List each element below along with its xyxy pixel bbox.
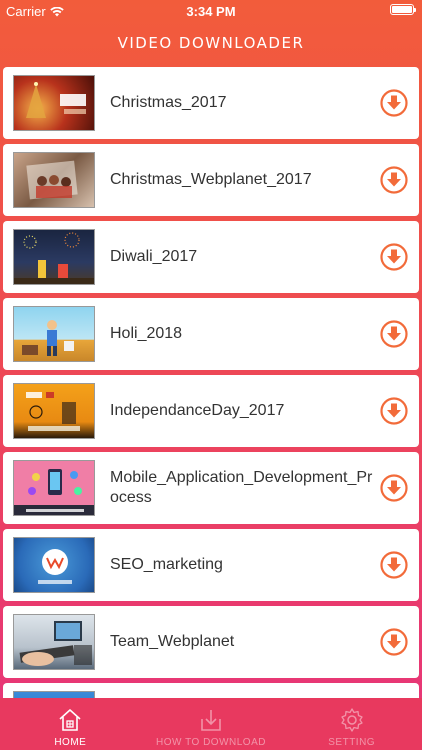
video-thumbnail [13, 152, 95, 208]
download-icon[interactable] [379, 319, 409, 349]
video-title: SEO_marketing [110, 556, 223, 573]
tab-home[interactable]: HOME [0, 698, 141, 750]
home-icon [59, 709, 81, 731]
video-title: Diwali_2017 [110, 248, 198, 265]
tab-setting-label: SETTING [328, 737, 376, 748]
video-thumbnail [13, 614, 95, 670]
video-row[interactable]: Holi_2018 [3, 298, 419, 370]
video-thumbnail [13, 229, 95, 285]
tab-bar: HOME HOW TO DOWNLOAD SETTING [0, 698, 422, 750]
video-row[interactable]: Mobile_Application_Development_Process [3, 452, 419, 524]
video-title: Christmas_2017 [110, 94, 227, 111]
video-thumbnail [13, 75, 95, 131]
video-title: Christmas_Webplanet_2017 [110, 171, 312, 188]
video-row[interactable]: SEO_marketing [3, 529, 419, 601]
video-row-partial[interactable] [3, 683, 419, 698]
video-thumbnail [13, 306, 95, 362]
tab-home-label: HOME [54, 737, 87, 748]
video-thumbnail [13, 383, 95, 439]
video-title: Team_Webplanet [110, 633, 235, 650]
video-title: Mobile_Application_Development_Process [110, 469, 373, 506]
download-icon[interactable] [379, 88, 409, 118]
tab-how-to-download-label: HOW TO DOWNLOAD [156, 737, 266, 748]
video-thumbnail [13, 537, 95, 593]
nav-bar: VIDEO DOWNLOADER [0, 22, 422, 64]
download-box-icon [201, 710, 221, 731]
video-row[interactable]: Christmas_2017 [3, 67, 419, 139]
download-icon[interactable] [379, 550, 409, 580]
video-row[interactable]: Christmas_Webplanet_2017 [3, 144, 419, 216]
video-row[interactable]: IndependanceDay_2017 [3, 375, 419, 447]
download-icon[interactable] [379, 473, 409, 503]
video-row[interactable]: Team_Webplanet [3, 606, 419, 678]
video-title: IndependanceDay_2017 [110, 402, 285, 419]
video-title: Holi_2018 [110, 325, 183, 342]
status-time: 3:34 PM [186, 4, 236, 19]
tab-how-to-download[interactable]: HOW TO DOWNLOAD [141, 698, 282, 750]
status-bar: Carrier 3:34 PM [0, 0, 422, 22]
download-icon[interactable] [379, 165, 409, 195]
download-icon[interactable] [379, 396, 409, 426]
video-thumbnail [13, 691, 95, 698]
battery-icon [390, 4, 416, 15]
gear-icon [341, 708, 363, 732]
download-icon[interactable] [379, 242, 409, 272]
tab-setting[interactable]: SETTING [281, 698, 422, 750]
page-title: VIDEO DOWNLOADER [117, 34, 305, 52]
video-list[interactable]: Christmas_2017 Christmas_Webplanet_2017 [0, 67, 422, 698]
video-thumbnail [13, 460, 95, 516]
download-icon[interactable] [379, 627, 409, 657]
video-row[interactable]: Diwali_2017 [3, 221, 419, 293]
